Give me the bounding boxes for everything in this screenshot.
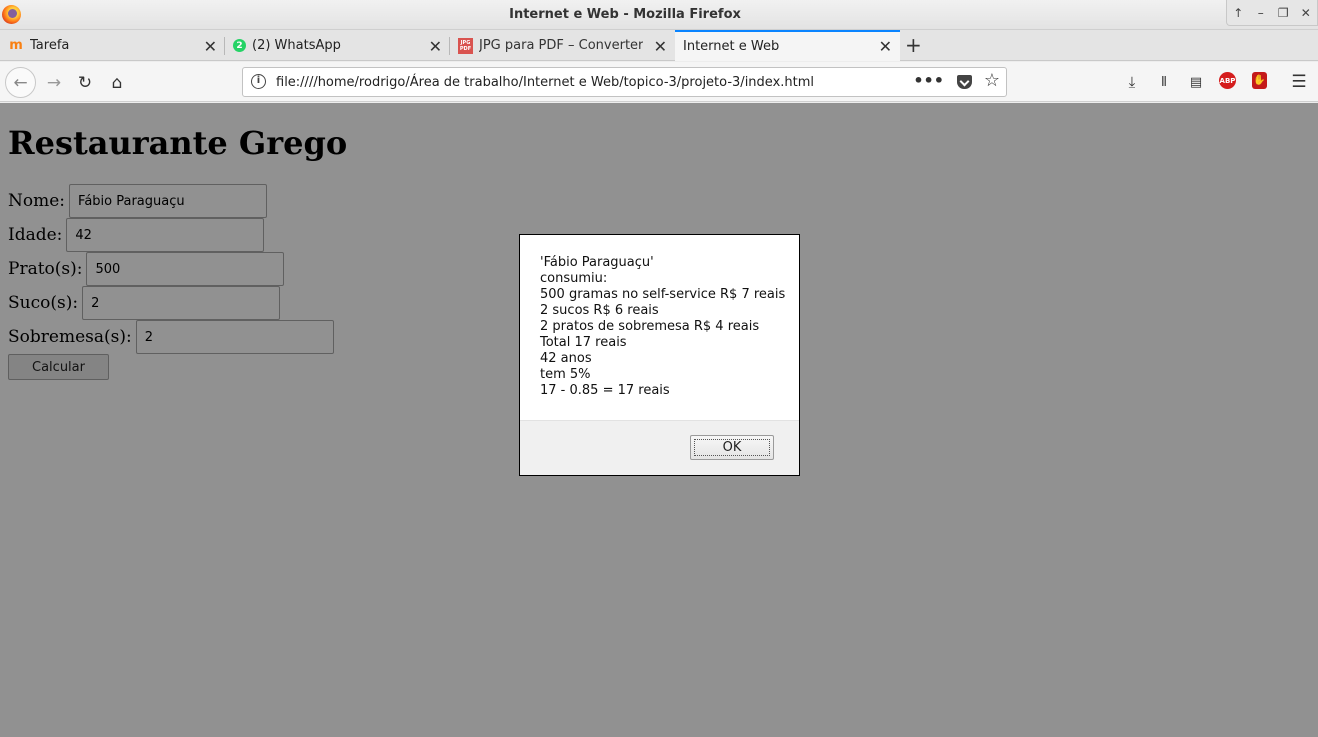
alert-line: 500 gramas no self-service R$ 7 reais bbox=[540, 287, 786, 302]
window-up-icon[interactable]: ↑ bbox=[1229, 6, 1247, 20]
tab-whatsapp[interactable]: 2 (2) WhatsApp ✕ bbox=[225, 30, 450, 61]
window-titlebar: Internet e Web - Mozilla Firefox ↑ – ❐ ✕ bbox=[0, 0, 1318, 30]
alert-footer: OK bbox=[520, 420, 799, 475]
tab-jpg-pdf[interactable]: JPG PDF JPG para PDF – Converter ✕ bbox=[450, 30, 675, 61]
tab-tarefa[interactable]: m Tarefa ✕ bbox=[0, 30, 225, 61]
sidebar-icon[interactable]: ▤ bbox=[1186, 72, 1206, 92]
reload-icon: ↻ bbox=[77, 73, 93, 93]
close-window-icon[interactable]: ✕ bbox=[1297, 6, 1315, 20]
home-icon: ⌂ bbox=[111, 73, 123, 93]
bookmark-star-icon[interactable]: ☆ bbox=[984, 70, 1000, 91]
close-tab-icon[interactable]: ✕ bbox=[429, 37, 442, 56]
alert-line: 'Fábio Paraguaçu' bbox=[540, 255, 654, 270]
tab-bar: m Tarefa ✕ 2 (2) WhatsApp ✕ JPG PDF JPG … bbox=[0, 30, 1318, 61]
library-icon[interactable]: ⫴ bbox=[1154, 72, 1174, 92]
ok-button[interactable]: OK bbox=[690, 435, 774, 460]
alert-dialog: 'Fábio Paraguaçu' consumiu: 500 gramas n… bbox=[519, 234, 800, 476]
window-controls: ↑ – ❐ ✕ bbox=[1226, 0, 1318, 26]
menu-icon[interactable]: ☰ bbox=[1289, 72, 1309, 92]
tab-label: Internet e Web bbox=[683, 39, 780, 54]
home-button[interactable]: ⌂ bbox=[103, 69, 131, 97]
arrow-left-icon: ← bbox=[13, 72, 28, 93]
tab-internet-e-web[interactable]: Internet e Web ✕ bbox=[675, 30, 900, 61]
downloads-icon[interactable]: ⤓ bbox=[1122, 72, 1142, 92]
alert-line: 42 anos bbox=[540, 351, 592, 366]
alert-line: Total 17 reais bbox=[540, 335, 627, 350]
forward-button[interactable]: → bbox=[40, 69, 68, 97]
page-actions-icon[interactable]: ••• bbox=[913, 71, 944, 90]
jpg-pdf-icon: JPG PDF bbox=[458, 37, 473, 54]
alert-line: tem 5% bbox=[540, 367, 591, 382]
alert-message: 'Fábio Paraguaçu' consumiu: 500 gramas n… bbox=[520, 235, 799, 399]
alert-line: consumiu: bbox=[540, 271, 608, 286]
tab-label: Tarefa bbox=[30, 38, 70, 53]
tab-label: (2) WhatsApp bbox=[252, 38, 341, 53]
tab-label: JPG para PDF – Converter bbox=[479, 38, 643, 53]
alert-line: 17 - 0.85 = 17 reais bbox=[540, 383, 670, 398]
url-bar[interactable]: i file:////home/rodrigo/Área de trabalho… bbox=[242, 67, 1007, 97]
alert-line: 2 sucos R$ 6 reais bbox=[540, 303, 659, 318]
arrow-right-icon: → bbox=[46, 73, 62, 93]
whatsapp-icon: 2 bbox=[233, 39, 246, 52]
minimize-icon[interactable]: – bbox=[1252, 6, 1270, 20]
new-tab-button[interactable]: + bbox=[905, 33, 922, 57]
window-title: Internet e Web - Mozilla Firefox bbox=[509, 7, 741, 22]
pocket-icon[interactable] bbox=[957, 75, 972, 89]
site-info-icon[interactable]: i bbox=[251, 74, 266, 89]
url-text[interactable]: file:////home/rodrigo/Área de trabalho/I… bbox=[276, 75, 814, 90]
back-button[interactable]: ← bbox=[5, 67, 36, 98]
reload-button[interactable]: ↻ bbox=[71, 69, 99, 97]
adblock-plus-icon[interactable]: ABP bbox=[1219, 72, 1236, 89]
close-tab-icon[interactable]: ✕ bbox=[654, 37, 667, 56]
ublock-icon[interactable]: ✋ bbox=[1252, 72, 1267, 89]
moodle-icon: m bbox=[9, 38, 23, 53]
close-tab-icon[interactable]: ✕ bbox=[204, 37, 217, 56]
navigation-toolbar: ← → ↻ ⌂ i file:////home/rodrigo/Área de … bbox=[0, 62, 1318, 102]
close-tab-icon[interactable]: ✕ bbox=[879, 37, 892, 56]
maximize-icon[interactable]: ❐ bbox=[1274, 6, 1292, 20]
alert-line: 2 pratos de sobremesa R$ 4 reais bbox=[540, 319, 760, 334]
